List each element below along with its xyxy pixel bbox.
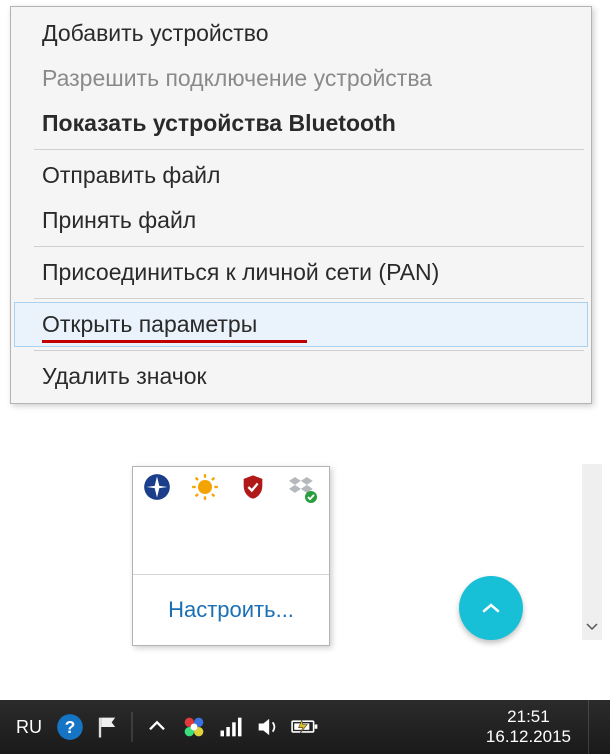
menu-item-send-file[interactable]: Отправить файл	[14, 153, 588, 198]
tray-customise-label: Настроить...	[168, 597, 294, 623]
help-icon[interactable]: ?	[56, 713, 84, 741]
annotation-underline	[42, 340, 307, 343]
bluetooth-context-menu: Добавить устройство Разрешить подключени…	[10, 6, 592, 404]
menu-divider	[34, 298, 584, 299]
menu-item-join-pan[interactable]: Присоединиться к личной сети (PAN)	[14, 250, 588, 295]
svg-text:?: ?	[65, 717, 76, 737]
menu-divider	[34, 350, 584, 351]
menu-item-remove-icon[interactable]: Удалить значок	[14, 354, 588, 399]
signal-icon[interactable]	[217, 713, 245, 741]
menu-item-allow-connection: Разрешить подключение устройства	[14, 56, 588, 101]
battery-icon[interactable]	[291, 713, 319, 741]
taskbar: RU ? 21:51 16.12.2015	[0, 700, 610, 754]
clock-date: 16.12.2015	[486, 727, 571, 747]
flag-icon[interactable]	[93, 713, 121, 741]
menu-item-show-devices[interactable]: Показать устройства Bluetooth	[14, 101, 588, 146]
taskbar-divider	[131, 712, 133, 742]
menu-item-label: Открыть параметры	[42, 311, 257, 337]
tray-customise-link[interactable]: Настроить...	[133, 575, 329, 645]
language-indicator[interactable]: RU	[8, 717, 50, 738]
tray-overflow-popup: Настроить...	[132, 466, 330, 646]
sun-icon[interactable]	[191, 473, 219, 501]
menu-item-open-settings[interactable]: Открыть параметры	[14, 302, 588, 347]
shield-icon[interactable]	[239, 473, 267, 501]
scrollbar-down-arrow[interactable]	[583, 616, 601, 638]
menu-divider	[34, 246, 584, 247]
volume-icon[interactable]	[254, 713, 282, 741]
chevron-up-icon	[482, 602, 500, 614]
taskbar-clock[interactable]: 21:51 16.12.2015	[476, 707, 581, 746]
show-desktop-button[interactable]	[588, 700, 602, 754]
clock-time: 21:51	[486, 707, 571, 727]
tray-arrow-icon[interactable]	[143, 713, 171, 741]
menu-divider	[34, 149, 584, 150]
menu-item-add-device[interactable]: Добавить устройство	[14, 11, 588, 56]
menu-item-receive-file[interactable]: Принять файл	[14, 198, 588, 243]
nav-icon[interactable]	[143, 473, 171, 501]
scrollbar-track[interactable]	[582, 464, 602, 640]
scroll-top-fab[interactable]	[459, 576, 523, 640]
flower-icon[interactable]	[180, 713, 208, 741]
desktop-area: Добавить устройство Разрешить подключени…	[0, 0, 610, 700]
dropbox-icon[interactable]	[287, 473, 315, 501]
tray-icons-area	[133, 467, 329, 575]
